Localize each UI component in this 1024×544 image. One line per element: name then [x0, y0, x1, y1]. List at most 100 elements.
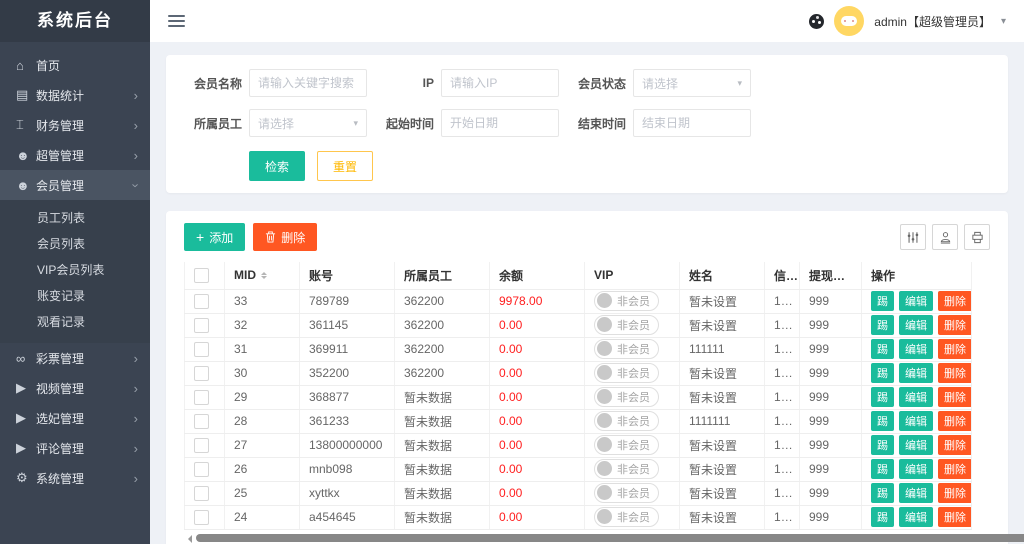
sort-icon[interactable] [261, 269, 267, 282]
vip-toggle[interactable]: 非会员 [594, 459, 659, 479]
row-checkbox[interactable] [194, 294, 209, 309]
vip-toggle[interactable]: 非会员 [594, 387, 659, 407]
row-checkbox[interactable] [194, 510, 209, 525]
export-icon[interactable] [932, 224, 958, 250]
edit-button[interactable]: 编辑 [899, 339, 933, 359]
kick-button[interactable]: 踢 [871, 315, 894, 335]
edit-button[interactable]: 编辑 [899, 315, 933, 335]
reset-button[interactable]: 重置 [317, 151, 373, 181]
delete-row-button[interactable]: 删除 [938, 339, 972, 359]
sidebar-item[interactable]: ▶ 视频管理 › [0, 373, 150, 403]
sidebar-subitem[interactable]: 会员列表 [0, 231, 150, 257]
sidebar-item[interactable]: ▶ 选妃管理 › [0, 403, 150, 433]
row-actions: 踢 编辑 删除 [871, 435, 972, 455]
row-checkbox[interactable] [194, 438, 209, 453]
search-button[interactable]: 检索 [249, 151, 305, 181]
kick-button[interactable]: 踢 [871, 291, 894, 311]
vip-toggle[interactable]: 非会员 [594, 507, 659, 527]
table-row: 32 361145 362200 0.00 非会员 [185, 313, 972, 337]
edit-button[interactable]: 编辑 [899, 459, 933, 479]
row-checkbox[interactable] [194, 462, 209, 477]
cell-withdrawals: 999 [800, 505, 862, 529]
kick-button[interactable]: 踢 [871, 411, 894, 431]
delete-row-button[interactable]: 删除 [938, 459, 972, 479]
sidebar-subitem[interactable]: 观看记录 [0, 309, 150, 335]
print-icon[interactable] [964, 224, 990, 250]
delete-row-button[interactable]: 删除 [938, 507, 972, 527]
vip-toggle[interactable]: 非会员 [594, 315, 659, 335]
vip-toggle[interactable]: 非会员 [594, 291, 659, 311]
kick-button[interactable]: 踢 [871, 387, 894, 407]
sidebar-item[interactable]: ⌶ 财务管理 › [0, 110, 150, 140]
kick-button[interactable]: 踢 [871, 483, 894, 503]
ip-field[interactable] [441, 69, 559, 97]
edit-button[interactable]: 编辑 [899, 291, 933, 311]
delete-row-button[interactable]: 删除 [938, 315, 972, 335]
row-checkbox[interactable] [194, 318, 209, 333]
row-checkbox[interactable] [194, 366, 209, 381]
chevron-icon: › [134, 381, 138, 396]
cell-balance: 0.00 [490, 457, 585, 481]
vip-toggle[interactable]: 非会员 [594, 411, 659, 431]
sidebar-item-icon: ∞ [16, 351, 36, 366]
filter-columns-icon[interactable] [900, 224, 926, 250]
bulk-delete-button[interactable]: 删除 [253, 223, 317, 251]
kick-button[interactable]: 踢 [871, 507, 894, 527]
scroll-left-arrow-icon[interactable] [184, 535, 192, 543]
sidebar-item[interactable]: ∞ 彩票管理 › [0, 343, 150, 373]
edit-button[interactable]: 编辑 [899, 387, 933, 407]
vip-toggle[interactable]: 非会员 [594, 339, 659, 359]
delete-row-button[interactable]: 删除 [938, 435, 972, 455]
edit-button[interactable]: 编辑 [899, 411, 933, 431]
avatar[interactable] [834, 6, 864, 36]
row-checkbox[interactable] [194, 342, 209, 357]
cell-account: 361145 [300, 313, 395, 337]
user-menu[interactable]: admin【超级管理员】 [874, 13, 991, 30]
search-panel: 会员名称 IP 会员状态 请选择 ▾ [166, 55, 1008, 193]
members-table: MID 账号 所属员工 余额 VIP 姓名 信... 提现次数 操作 [184, 262, 972, 530]
member-status-select[interactable]: 请选择 ▾ [633, 69, 751, 97]
add-button[interactable]: + 添加 [184, 223, 245, 251]
delete-row-button[interactable]: 删除 [938, 387, 972, 407]
kick-button[interactable]: 踢 [871, 363, 894, 383]
sidebar-item[interactable]: ▤ 数据统计 › [0, 80, 150, 110]
sidebar-item[interactable]: ⌂ 首页 [0, 50, 150, 80]
edit-button[interactable]: 编辑 [899, 435, 933, 455]
edit-button[interactable]: 编辑 [899, 483, 933, 503]
row-actions: 踢 编辑 删除 [871, 315, 972, 335]
row-checkbox[interactable] [194, 414, 209, 429]
select-all-checkbox[interactable] [194, 268, 209, 283]
sidebar-item[interactable]: ⚙ 系统管理 › [0, 463, 150, 493]
sidebar-item[interactable]: ▶ 评论管理 › [0, 433, 150, 463]
sidebar-subitem[interactable]: 账变记录 [0, 283, 150, 309]
sidebar-item[interactable]: ☻ 会员管理 › [0, 170, 150, 200]
kick-button[interactable]: 踢 [871, 459, 894, 479]
column-header-credit: 信... [765, 262, 800, 289]
vip-toggle[interactable]: 非会员 [594, 483, 659, 503]
kick-button[interactable]: 踢 [871, 339, 894, 359]
sidebar-subitem[interactable]: 员工列表 [0, 205, 150, 231]
edit-button[interactable]: 编辑 [899, 363, 933, 383]
scrollbar-thumb[interactable] [196, 534, 1024, 542]
theme-icon[interactable] [809, 14, 824, 29]
sidebar-item[interactable]: ☻ 超管管理 › [0, 140, 150, 170]
sidebar-menu-bottom: ∞ 彩票管理 › ▶ 视频管理 › ▶ 选妃管理 › [0, 343, 150, 493]
vip-toggle[interactable]: 非会员 [594, 363, 659, 383]
sidebar-subitem[interactable]: VIP会员列表 [0, 257, 150, 283]
member-name-field[interactable] [249, 69, 367, 97]
cell-staff: 362200 [395, 289, 490, 313]
delete-row-button[interactable]: 删除 [938, 291, 972, 311]
row-checkbox[interactable] [194, 390, 209, 405]
end-date-field[interactable] [633, 109, 751, 137]
sidebar-item-icon: ☻ [16, 148, 36, 163]
kick-button[interactable]: 踢 [871, 435, 894, 455]
vip-toggle[interactable]: 非会员 [594, 435, 659, 455]
delete-row-button[interactable]: 删除 [938, 411, 972, 431]
hamburger-icon[interactable] [168, 12, 185, 30]
delete-row-button[interactable]: 删除 [938, 483, 972, 503]
delete-row-button[interactable]: 删除 [938, 363, 972, 383]
start-date-field[interactable] [441, 109, 559, 137]
row-checkbox[interactable] [194, 486, 209, 501]
edit-button[interactable]: 编辑 [899, 507, 933, 527]
staff-select[interactable]: 请选择 ▾ [249, 109, 367, 137]
